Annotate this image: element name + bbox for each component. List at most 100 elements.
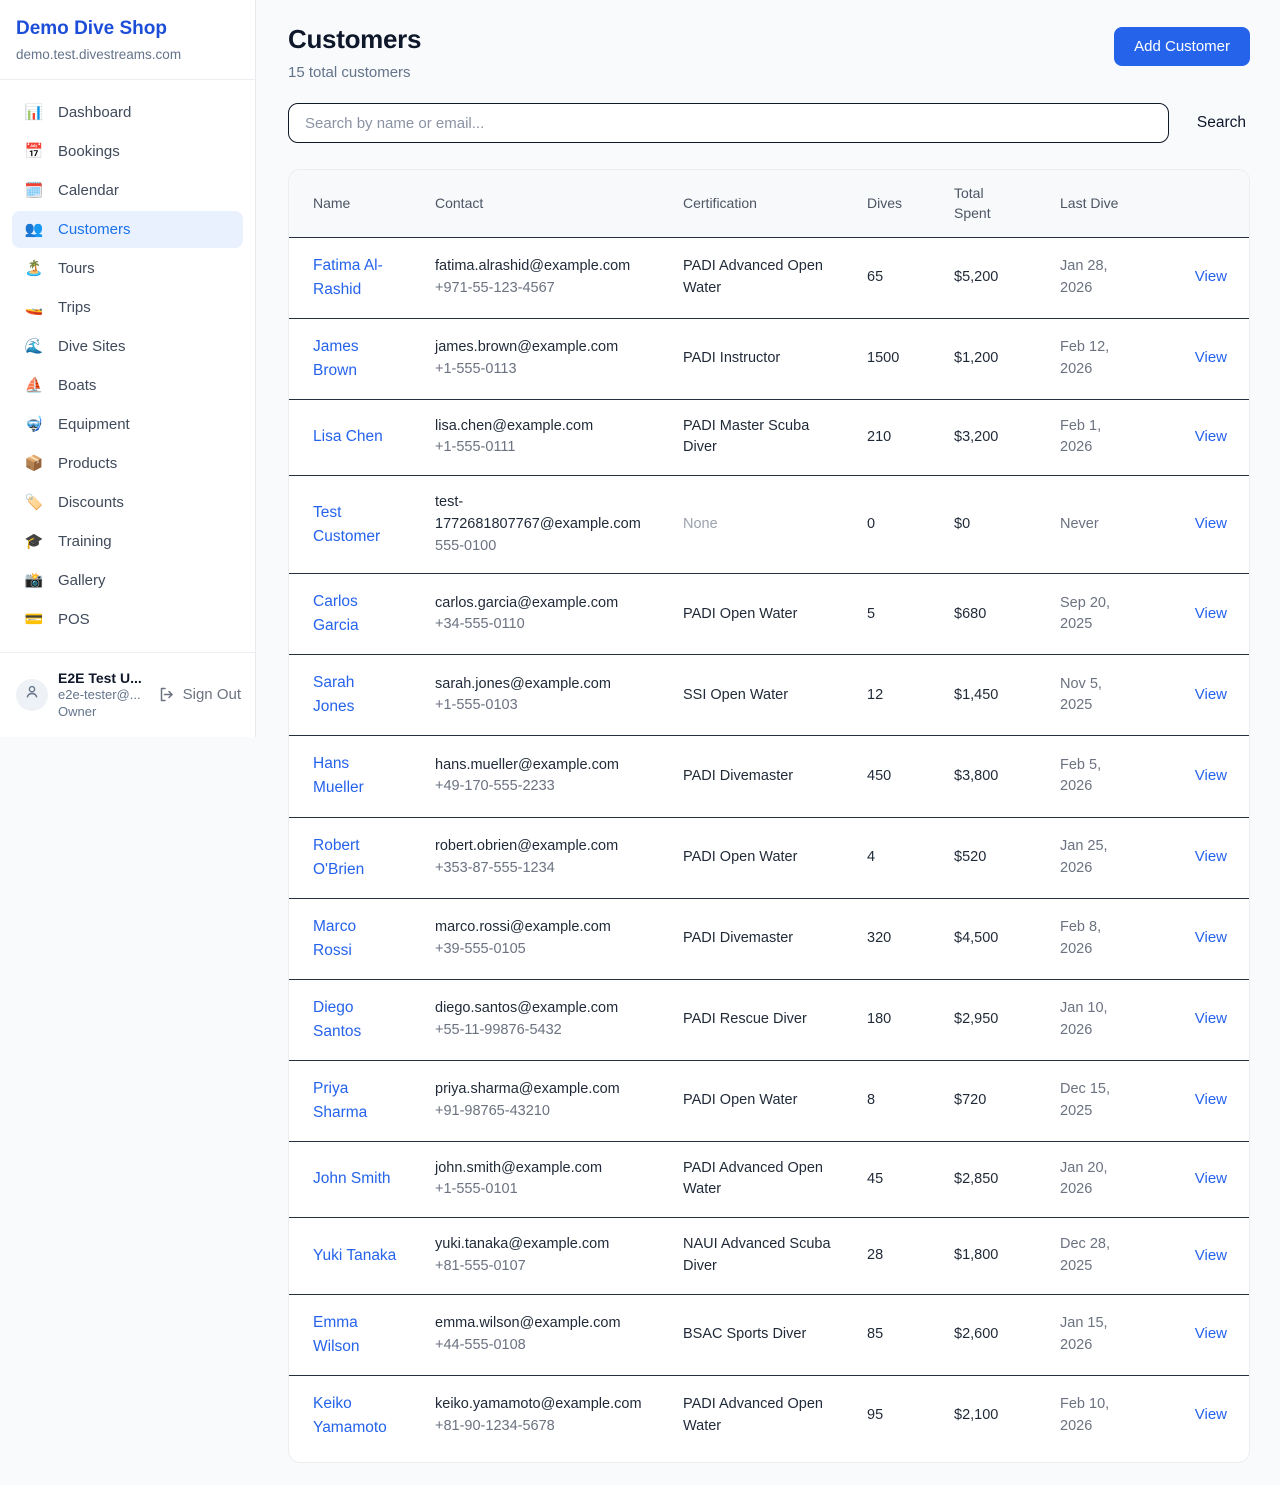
sidebar-user-section: E2E Test U... e2e-tester@... Owner Sign … — [0, 652, 255, 737]
view-link[interactable]: View — [1195, 515, 1227, 532]
sidebar-item-trips[interactable]: 🚤 Trips — [12, 289, 243, 326]
dives-count: 210 — [843, 399, 930, 476]
customer-phone: +81-555-0107 — [435, 1256, 647, 1278]
view-link[interactable]: View — [1195, 1010, 1227, 1027]
page-title: Customers — [288, 24, 421, 55]
last-dive: Jan 25, 2026 — [1036, 817, 1146, 898]
tours-icon: 🏝️ — [24, 261, 44, 276]
view-link[interactable]: View — [1195, 1325, 1227, 1342]
add-customer-button[interactable]: Add Customer — [1114, 27, 1250, 66]
column-header-total-spent: Total Spent — [930, 170, 1036, 237]
column-header-actions — [1146, 170, 1250, 237]
shop-domain: demo.test.divestreams.com — [16, 47, 239, 62]
sidebar-item-label: Products — [58, 455, 117, 472]
dives-count: 320 — [843, 898, 930, 979]
view-link[interactable]: View — [1195, 1247, 1227, 1264]
customer-name-link[interactable]: Marco Rossi — [313, 915, 399, 963]
view-link[interactable]: View — [1195, 686, 1227, 703]
customer-name-link[interactable]: Lisa Chen — [313, 425, 383, 449]
customer-name-link[interactable]: Robert O'Brien — [313, 834, 399, 882]
search-button[interactable]: Search — [1193, 114, 1250, 132]
customers-icon: 👥 — [24, 222, 44, 237]
view-link[interactable]: View — [1195, 1406, 1227, 1423]
equipment-icon: 🤿 — [24, 417, 44, 432]
sidebar-item-pos[interactable]: 💳 POS — [12, 601, 243, 638]
last-dive: Feb 10, 2026 — [1036, 1375, 1146, 1456]
sign-out-icon — [158, 686, 175, 703]
customer-name-link[interactable]: Hans Mueller — [313, 752, 399, 800]
sidebar-item-label: POS — [58, 611, 90, 628]
view-link[interactable]: View — [1195, 268, 1227, 285]
sidebar-item-tours[interactable]: 🏝️ Tours — [12, 250, 243, 287]
column-header-contact: Contact — [411, 170, 659, 237]
customer-email: robert.obrien@example.com — [435, 836, 647, 858]
view-link[interactable]: View — [1195, 848, 1227, 865]
sidebar-item-label: Bookings — [58, 143, 120, 160]
pos-icon: 💳 — [24, 612, 44, 627]
table-row: John Smith john.smith@example.com +1-555… — [289, 1141, 1250, 1218]
customer-phone: +1-555-0113 — [435, 359, 647, 381]
user-role: Owner — [58, 704, 148, 721]
customer-name-link[interactable]: Carlos Garcia — [313, 590, 399, 638]
sidebar-item-dive-sites[interactable]: 🌊 Dive Sites — [12, 328, 243, 365]
customer-email: priya.sharma@example.com — [435, 1079, 647, 1101]
sidebar-item-customers[interactable]: 👥 Customers — [12, 211, 243, 248]
customer-name-link[interactable]: Sarah Jones — [313, 671, 399, 719]
customer-name-link[interactable]: Emma Wilson — [313, 1311, 399, 1359]
total-spent: $3,800 — [930, 736, 1036, 817]
gallery-icon: 📸 — [24, 573, 44, 588]
table-row: Fatima Al-Rashid fatima.alrashid@example… — [289, 237, 1250, 318]
sidebar-item-label: Customers — [58, 221, 131, 238]
customer-name-link[interactable]: Priya Sharma — [313, 1077, 399, 1125]
view-link[interactable]: View — [1195, 767, 1227, 784]
last-dive: Feb 1, 2026 — [1036, 399, 1146, 476]
total-spent: $1,800 — [930, 1218, 1036, 1295]
view-link[interactable]: View — [1195, 1091, 1227, 1108]
sidebar-item-calendar[interactable]: 🗓️ Calendar — [12, 172, 243, 209]
certification: PADI Advanced Open Water — [683, 1160, 823, 1198]
customer-name-link[interactable]: James Brown — [313, 335, 399, 383]
dives-count: 65 — [843, 237, 930, 318]
certification: NAUI Advanced Scuba Diver — [683, 1236, 831, 1274]
customer-name-link[interactable]: Diego Santos — [313, 996, 399, 1044]
last-dive: Sep 20, 2025 — [1036, 574, 1146, 655]
table-row: Marco Rossi marco.rossi@example.com +39-… — [289, 898, 1250, 979]
user-email: e2e-tester@... — [58, 687, 148, 704]
customer-name-link[interactable]: Fatima Al-Rashid — [313, 254, 399, 302]
total-spent: $3,200 — [930, 399, 1036, 476]
last-dive: Nov 5, 2025 — [1036, 655, 1146, 736]
total-spent: $720 — [930, 1060, 1036, 1141]
customer-email: lisa.chen@example.com — [435, 416, 647, 438]
customer-name-link[interactable]: Test Customer — [313, 501, 399, 549]
view-link[interactable]: View — [1195, 428, 1227, 445]
sign-out-button[interactable]: Sign Out — [158, 686, 241, 703]
last-dive: Dec 15, 2025 — [1036, 1060, 1146, 1141]
view-link[interactable]: View — [1195, 349, 1227, 366]
customer-name-link[interactable]: Keiko Yamamoto — [313, 1392, 399, 1440]
sidebar-item-gallery[interactable]: 📸 Gallery — [12, 562, 243, 599]
sidebar-item-discounts[interactable]: 🏷️ Discounts — [12, 484, 243, 521]
view-link[interactable]: View — [1195, 1170, 1227, 1187]
sidebar-item-dashboard[interactable]: 📊 Dashboard — [12, 94, 243, 131]
search-bar: Search — [288, 103, 1250, 143]
total-spent: $4,500 — [930, 898, 1036, 979]
total-spent: $2,100 — [930, 1375, 1036, 1456]
customer-name-link[interactable]: John Smith — [313, 1167, 391, 1191]
search-input[interactable] — [288, 103, 1169, 143]
view-link[interactable]: View — [1195, 605, 1227, 622]
sidebar-item-bookings[interactable]: 📅 Bookings — [12, 133, 243, 170]
customer-phone: +55-11-99876-5432 — [435, 1020, 647, 1042]
customer-name-link[interactable]: Yuki Tanaka — [313, 1244, 396, 1268]
sidebar-item-equipment[interactable]: 🤿 Equipment — [12, 406, 243, 443]
customer-phone: +34-555-0110 — [435, 614, 647, 636]
certification: PADI Open Water — [683, 1092, 797, 1108]
user-name: E2E Test U... — [58, 669, 148, 687]
dives-count: 8 — [843, 1060, 930, 1141]
sidebar-item-training[interactable]: 🎓 Training — [12, 523, 243, 560]
sidebar-item-boats[interactable]: ⛵ Boats — [12, 367, 243, 404]
view-link[interactable]: View — [1195, 929, 1227, 946]
sidebar-item-products[interactable]: 📦 Products — [12, 445, 243, 482]
table-row: Diego Santos diego.santos@example.com +5… — [289, 979, 1250, 1060]
user-icon — [24, 684, 40, 705]
sidebar-item-label: Equipment — [58, 416, 130, 433]
